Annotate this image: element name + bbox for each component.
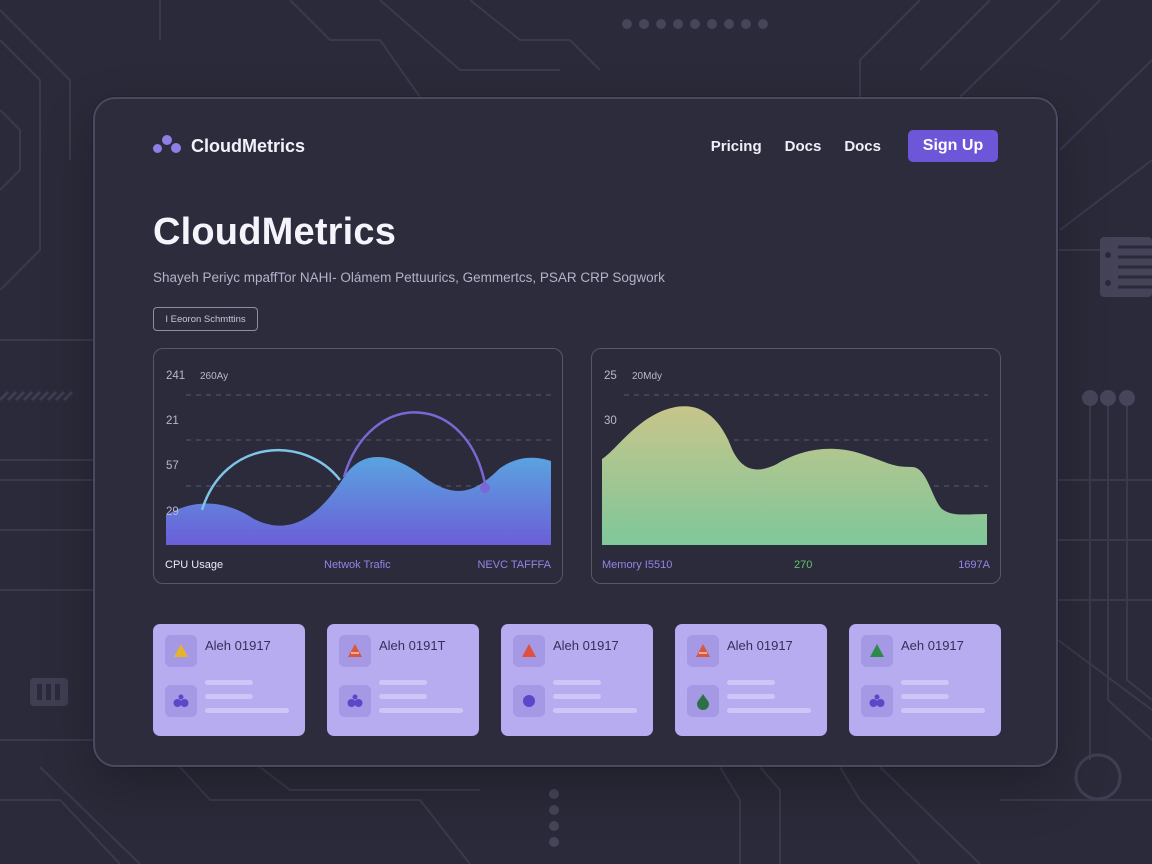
alert-title: Aleh 0191T	[379, 638, 446, 653]
group-icon	[861, 685, 893, 717]
drop-icon	[687, 685, 719, 717]
page-title: CloudMetrics	[153, 211, 397, 253]
tick-label: 25	[604, 370, 617, 382]
memory-area	[602, 406, 987, 545]
tick-label: 21	[166, 415, 179, 427]
dashboard-frame: CloudMetrics Pricing Docs Docs Sign Up C…	[93, 97, 1058, 767]
network-traffic-value: NEVC TAFFFA	[477, 559, 551, 571]
tick-label: 29	[166, 506, 179, 518]
alert-card[interactable]: Aleh 01917	[153, 624, 305, 736]
memory-label: Memory I5510	[602, 559, 673, 571]
chart-header-note: 260Ay	[200, 371, 228, 382]
group-icon	[165, 685, 197, 717]
alert-title: Aleh 01917	[553, 638, 619, 653]
hero-subtitle: Shayeh Periyc mpaffTor NAHI- Olámem Pett…	[153, 270, 665, 285]
cpu-usage-chart-card: 241 260Ay 21 57 29 CPU Usage Netwok Traf…	[153, 348, 563, 584]
tick-label: 30	[604, 415, 617, 427]
nav-pricing[interactable]: Pricing	[711, 138, 762, 155]
group-icon	[339, 685, 371, 717]
arc-endpoint	[480, 483, 490, 493]
cpu-usage-label: CPU Usage	[165, 559, 224, 571]
memory-middle-value: 270	[794, 559, 813, 571]
nav-docs[interactable]: Docs	[785, 138, 822, 155]
cpu-area	[166, 457, 551, 545]
alert-card[interactable]: Aleh 01917	[501, 624, 653, 736]
tick-label: 57	[166, 460, 179, 472]
chart-header-note: 20Mdy	[632, 371, 662, 382]
warning-triangle-icon	[513, 635, 545, 667]
alert-title: Aleh 01917	[727, 638, 793, 653]
top-nav: Pricing Docs Docs Sign Up	[711, 130, 998, 162]
warning-triangle-icon	[861, 635, 893, 667]
cpu-usage-chart: 241 260Ay 21 57 29	[166, 370, 552, 545]
alert-card[interactable]: Aleh 0191T	[327, 624, 479, 736]
dot-icon	[513, 685, 545, 717]
sign-up-button[interactable]: Sign Up	[908, 130, 998, 162]
warning-triangle-icon	[165, 635, 197, 667]
warning-triangle-icon	[339, 635, 371, 667]
memory-chart-card: 25 20Mdy 30 Memory I5510 270 1697A	[591, 348, 1001, 584]
alert-title: Aeh 01917	[901, 638, 964, 653]
warning-triangle-icon	[687, 635, 719, 667]
network-arc-light	[200, 448, 341, 511]
alert-card[interactable]: Aleh 01917	[675, 624, 827, 736]
memory-right-value: 1697A	[958, 559, 990, 571]
alert-title: Aleh 01917	[205, 638, 271, 653]
brand-name: CloudMetrics	[191, 135, 306, 156]
logo-dots-icon	[153, 135, 185, 157]
brand-logo[interactable]: CloudMetrics	[153, 135, 305, 157]
alert-cards: Aleh 01917 Aleh 0191T Aleh 01917 Aleh 01…	[153, 624, 1002, 736]
hero-action-button[interactable]: I Eeoron Schmttins	[153, 307, 258, 331]
tick-label: 241	[166, 370, 185, 382]
memory-chart: 25 20Mdy 30	[602, 370, 988, 545]
nav-docs-2[interactable]: Docs	[844, 138, 881, 155]
network-traffic-label: Netwok Trafic	[324, 559, 391, 571]
alert-card[interactable]: Aeh 01917	[849, 624, 1001, 736]
